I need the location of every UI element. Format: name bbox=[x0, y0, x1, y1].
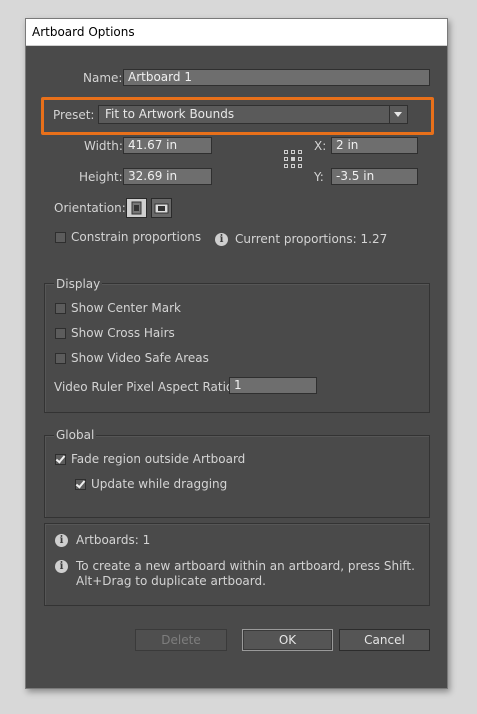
window-title: Artboard Options bbox=[32, 25, 135, 39]
delete-button[interactable]: Delete bbox=[135, 629, 227, 651]
constrain-proportions-label: Constrain proportions bbox=[71, 230, 202, 244]
reference-point-icon[interactable] bbox=[284, 150, 302, 168]
portrait-icon bbox=[131, 201, 142, 215]
preset-value: Fit to Artwork Bounds bbox=[105, 107, 235, 121]
height-field[interactable]: 32.69 in bbox=[123, 168, 212, 185]
chevron-down-icon bbox=[389, 106, 407, 123]
help-text-line2: Alt+Drag to duplicate artboard. bbox=[76, 574, 266, 588]
show-cross-hairs-checkbox[interactable] bbox=[55, 328, 66, 339]
show-video-safe-areas-checkbox[interactable] bbox=[55, 353, 66, 364]
x-label: X: bbox=[314, 139, 327, 153]
artboard-options-dialog: Artboard Options Name: Artboard 1 Preset… bbox=[25, 18, 448, 689]
x-field[interactable]: 2 in bbox=[331, 137, 418, 154]
artboards-count-text: Artboards: 1 bbox=[76, 533, 151, 547]
pixel-aspect-ratio-label: Video Ruler Pixel Aspect Ratio: bbox=[54, 380, 238, 394]
landscape-icon bbox=[154, 203, 169, 214]
fade-region-label: Fade region outside Artboard bbox=[71, 452, 246, 466]
fade-region-checkbox[interactable] bbox=[55, 454, 66, 465]
width-label: Width: bbox=[84, 139, 123, 153]
y-field[interactable]: -3.5 in bbox=[331, 168, 418, 185]
info-icon: i bbox=[215, 233, 228, 246]
title-bar[interactable]: Artboard Options bbox=[26, 19, 447, 46]
name-label: Name: bbox=[83, 71, 123, 85]
current-proportions-text: Current proportions: 1.27 bbox=[235, 232, 388, 246]
name-field[interactable]: Artboard 1 bbox=[123, 69, 430, 86]
preset-dropdown[interactable]: Fit to Artwork Bounds bbox=[98, 105, 408, 124]
global-group-label: Global bbox=[54, 428, 97, 442]
show-video-safe-areas-label: Show Video Safe Areas bbox=[71, 351, 209, 365]
artboards-info-icon: i bbox=[55, 534, 68, 547]
update-while-dragging-checkbox[interactable] bbox=[75, 479, 86, 490]
preset-label: Preset: bbox=[53, 108, 95, 122]
show-cross-hairs-label: Show Cross Hairs bbox=[71, 326, 175, 340]
portrait-orientation-button[interactable] bbox=[126, 198, 147, 218]
y-label: Y: bbox=[314, 170, 324, 184]
display-group-label: Display bbox=[54, 277, 103, 291]
show-center-mark-checkbox[interactable] bbox=[55, 303, 66, 314]
help-info-icon: i bbox=[55, 560, 68, 573]
constrain-proportions-checkbox[interactable] bbox=[55, 232, 66, 243]
show-center-mark-label: Show Center Mark bbox=[71, 301, 181, 315]
ok-button[interactable]: OK bbox=[242, 629, 333, 651]
pixel-aspect-ratio-field[interactable]: 1 bbox=[229, 377, 317, 394]
cancel-button[interactable]: Cancel bbox=[339, 629, 430, 651]
width-field[interactable]: 41.67 in bbox=[123, 137, 212, 154]
update-while-dragging-label: Update while dragging bbox=[91, 477, 228, 491]
landscape-orientation-button[interactable] bbox=[151, 198, 172, 218]
orientation-label: Orientation: bbox=[54, 201, 126, 215]
help-text-line1: To create a new artboard within an artbo… bbox=[76, 559, 415, 573]
height-label: Height: bbox=[79, 170, 123, 184]
